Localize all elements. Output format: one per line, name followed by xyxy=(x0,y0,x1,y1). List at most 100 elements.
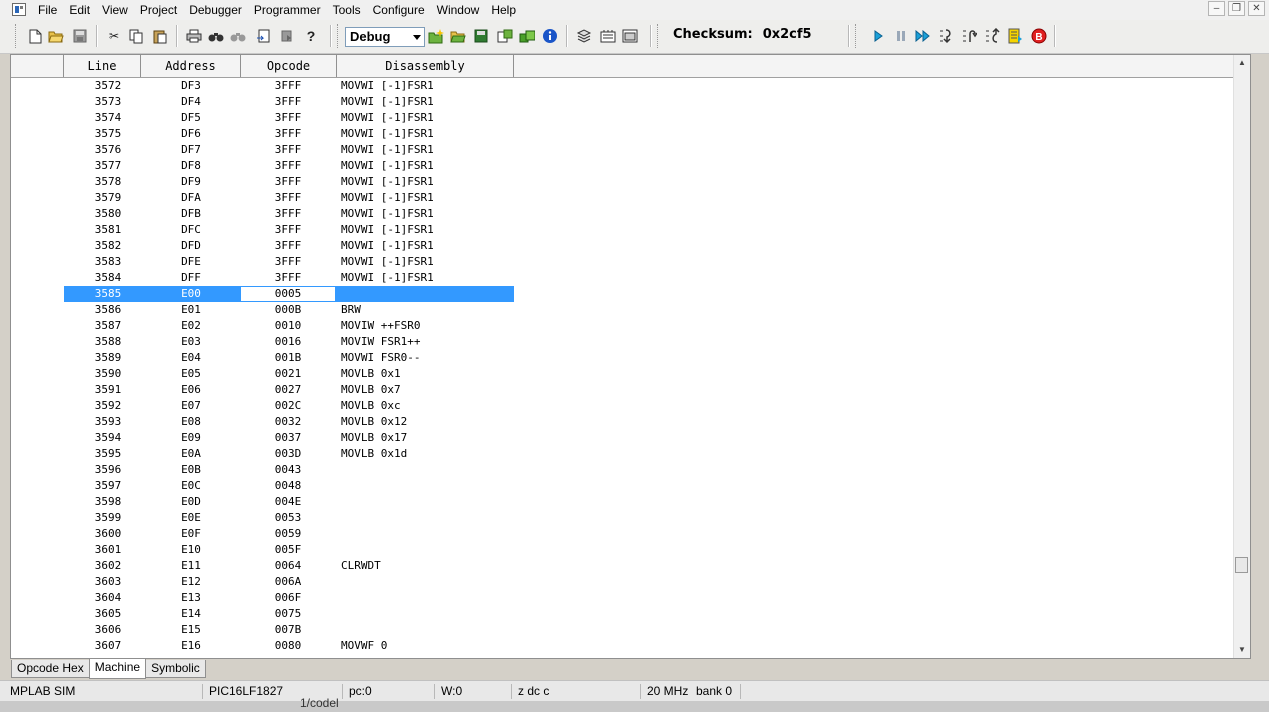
print-icon[interactable] xyxy=(186,28,202,44)
info-icon[interactable] xyxy=(542,28,558,44)
table-row[interactable]: 3591 E06 0027 MOVLB 0x7 xyxy=(11,382,1241,398)
table-row[interactable]: 3573 DF4 3FFF MOVWI [-1]FSR1 xyxy=(11,94,1241,110)
toolbar-grip[interactable] xyxy=(855,24,859,48)
table-row[interactable]: 3590 E05 0021 MOVLB 0x1 xyxy=(11,366,1241,382)
scroll-thumb[interactable] xyxy=(1235,557,1248,573)
table-row[interactable]: 3575 DF6 3FFF MOVWI [-1]FSR1 xyxy=(11,126,1241,142)
menu-programmer[interactable]: Programmer xyxy=(254,2,327,18)
cell-opcode: 3FFF xyxy=(274,79,302,92)
table-row[interactable]: 3592 E07 002C MOVLB 0xc xyxy=(11,398,1241,414)
scroll-down-icon[interactable]: ▼ xyxy=(1234,642,1250,658)
breakpoint-icon[interactable]: B xyxy=(1031,28,1047,44)
table-row[interactable]: 3593 E08 0032 MOVLB 0x12 xyxy=(11,414,1241,430)
find-icon[interactable] xyxy=(208,28,224,44)
table-row[interactable]: 3582 DFD 3FFF MOVWI [-1]FSR1 xyxy=(11,238,1241,254)
table-row[interactable]: 3585 E00 0005 xyxy=(11,286,1241,302)
table-row[interactable]: 3599 E0E 0053 xyxy=(11,510,1241,526)
menu-project[interactable]: Project xyxy=(140,2,183,18)
table-row[interactable]: 3580 DFB 3FFF MOVWI [-1]FSR1 xyxy=(11,206,1241,222)
tab-machine[interactable]: Machine xyxy=(88,659,147,679)
open-project-icon[interactable] xyxy=(450,28,466,44)
table-row[interactable]: 3581 DFC 3FFF MOVWI [-1]FSR1 xyxy=(11,222,1241,238)
menu-view[interactable]: View xyxy=(102,2,134,18)
table-row[interactable]: 3603 E12 006A xyxy=(11,574,1241,590)
table-row[interactable]: 3596 E0B 0043 xyxy=(11,462,1241,478)
table-row[interactable]: 3587 E02 0010 MOVIW ++FSR0 xyxy=(11,318,1241,334)
vertical-scrollbar[interactable]: ▲ ▼ xyxy=(1233,55,1250,658)
table-row[interactable]: 3600 E0F 0059 xyxy=(11,526,1241,542)
restore-icon[interactable]: ❐ xyxy=(1228,1,1245,16)
build-config-select[interactable]: Debug xyxy=(345,27,425,47)
toolbar-grip[interactable] xyxy=(15,24,19,48)
open-folder-icon[interactable] xyxy=(48,28,64,44)
app-icon[interactable] xyxy=(12,3,26,16)
table-row[interactable]: 3577 DF8 3FFF MOVWI [-1]FSR1 xyxy=(11,158,1241,174)
close-icon[interactable]: ✕ xyxy=(1248,1,1265,16)
bookmark-icon[interactable] xyxy=(279,28,295,44)
table-row[interactable]: 3606 E15 007B xyxy=(11,622,1241,638)
header-line[interactable]: Line xyxy=(64,55,141,77)
table-row[interactable]: 3607 E16 0080 MOVWF 0 xyxy=(11,638,1241,654)
save-project-icon[interactable] xyxy=(473,28,489,44)
new-file-icon[interactable] xyxy=(27,28,43,44)
disassembly-rows[interactable]: 3572 DF3 3FFF MOVWI [-1]FSR1 3573 DF4 3FFF MOVW… xyxy=(11,78,1241,658)
goto-line-icon[interactable] xyxy=(255,28,271,44)
table-row[interactable]: 3598 E0D 004E xyxy=(11,494,1241,510)
stack-icon[interactable] xyxy=(576,28,592,44)
table-row[interactable]: 3578 DF9 3FFF MOVWI [-1]FSR1 xyxy=(11,174,1241,190)
header-opcode[interactable]: Opcode xyxy=(241,55,337,77)
table-row[interactable]: 3602 E11 0064 CLRWDT xyxy=(11,558,1241,574)
animate-icon[interactable] xyxy=(915,28,931,44)
table-row[interactable]: 3584 DFF 3FFF MOVWI [-1]FSR1 xyxy=(11,270,1241,286)
table-row[interactable]: 3574 DF5 3FFF MOVWI [-1]FSR1 xyxy=(11,110,1241,126)
table-row[interactable]: 3595 E0A 003D MOVLB 0x1d xyxy=(11,446,1241,462)
minimize-icon[interactable]: – xyxy=(1208,1,1225,16)
menu-file[interactable]: File xyxy=(38,2,63,18)
step-into-icon[interactable] xyxy=(938,28,954,44)
tab-symbolic[interactable]: Symbolic xyxy=(145,660,206,678)
table-row[interactable]: 3579 DFA 3FFF MOVWI [-1]FSR1 xyxy=(11,190,1241,206)
table-row[interactable]: 3586 E01 000B BRW xyxy=(11,302,1241,318)
table-row[interactable]: 3597 E0C 0048 xyxy=(11,478,1241,494)
header-disassembly[interactable]: Disassembly xyxy=(337,55,514,77)
build-all-icon[interactable] xyxy=(519,28,535,44)
table-row[interactable]: 3604 E13 006F xyxy=(11,590,1241,606)
watch-window-icon[interactable] xyxy=(622,28,638,44)
pause-icon[interactable] xyxy=(893,28,909,44)
find-next-icon[interactable] xyxy=(230,28,246,44)
toolbar-grip[interactable] xyxy=(657,24,661,48)
cell-opcode: 0021 xyxy=(274,367,302,380)
cut-icon[interactable]: ✂ xyxy=(106,28,122,44)
menu-window[interactable]: Window xyxy=(437,2,486,18)
menu-edit[interactable]: Edit xyxy=(69,2,96,18)
step-over-icon[interactable] xyxy=(961,28,977,44)
reset-icon[interactable] xyxy=(1007,28,1023,44)
table-row[interactable]: 3589 E04 001B MOVWI FSR0-- xyxy=(11,350,1241,366)
build-icon[interactable] xyxy=(497,28,513,44)
cell-line: 3584 xyxy=(94,271,122,284)
paste-icon[interactable] xyxy=(152,28,168,44)
table-row[interactable]: 3588 E03 0016 MOVIW FSR1++ xyxy=(11,334,1241,350)
table-row[interactable]: 3594 E09 0037 MOVLB 0x17 xyxy=(11,430,1241,446)
table-row[interactable]: 3605 E14 0075 xyxy=(11,606,1241,622)
table-row[interactable]: 3576 DF7 3FFF MOVWI [-1]FSR1 xyxy=(11,142,1241,158)
table-row[interactable]: 3601 E10 005F xyxy=(11,542,1241,558)
scroll-up-icon[interactable]: ▲ xyxy=(1234,55,1250,71)
new-project-icon[interactable] xyxy=(428,28,444,44)
tab-opcode-hex[interactable]: Opcode Hex xyxy=(11,660,90,678)
memory-window-icon[interactable] xyxy=(600,28,616,44)
menu-help[interactable]: Help xyxy=(491,2,522,18)
save-icon[interactable] xyxy=(72,28,88,44)
header-address[interactable]: Address xyxy=(141,55,241,77)
cell-address: E13 xyxy=(181,591,201,604)
run-icon[interactable] xyxy=(870,28,886,44)
copy-icon[interactable] xyxy=(128,28,144,44)
step-out-icon[interactable] xyxy=(984,28,1000,44)
menu-configure[interactable]: Configure xyxy=(373,2,431,18)
table-row[interactable]: 3572 DF3 3FFF MOVWI [-1]FSR1 xyxy=(11,78,1241,94)
toolbar-grip[interactable] xyxy=(337,24,341,48)
menu-tools[interactable]: Tools xyxy=(333,2,367,18)
table-row[interactable]: 3583 DFE 3FFF MOVWI [-1]FSR1 xyxy=(11,254,1241,270)
help-icon[interactable]: ? xyxy=(303,28,319,44)
menu-debugger[interactable]: Debugger xyxy=(189,2,248,18)
